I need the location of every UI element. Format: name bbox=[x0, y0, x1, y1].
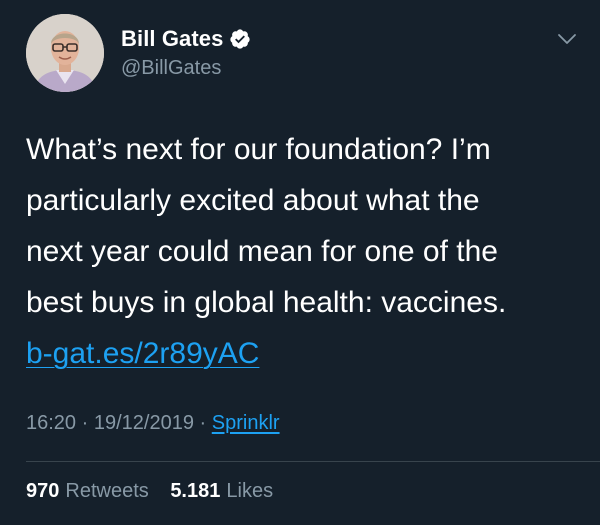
tweet-header: Bill Gates @BillGates bbox=[26, 14, 586, 94]
author-info: Bill Gates @BillGates bbox=[121, 24, 251, 80]
retweets-stat[interactable]: 970 Retweets bbox=[26, 480, 149, 503]
retweets-label: Retweets bbox=[65, 480, 149, 502]
divider bbox=[26, 461, 600, 462]
verified-badge-icon bbox=[229, 28, 251, 50]
tweet-date[interactable]: 19/12/2019 bbox=[94, 412, 194, 434]
tweet-meta: 16:20 · 19/12/2019 · Sprinklr bbox=[26, 412, 280, 435]
tweet-stats: 970 Retweets 5.181 Likes bbox=[26, 480, 273, 503]
tweet-time[interactable]: 16:20 bbox=[26, 412, 76, 434]
display-name[interactable]: Bill Gates bbox=[121, 26, 223, 52]
name-row: Bill Gates bbox=[121, 24, 251, 54]
likes-stat[interactable]: 5.181 Likes bbox=[170, 480, 273, 503]
tweet-text-line: best buys in global health: vaccines. bbox=[26, 286, 507, 319]
avatar[interactable] bbox=[26, 14, 104, 92]
avatar-image bbox=[26, 14, 104, 92]
handle[interactable]: @BillGates bbox=[121, 57, 251, 80]
tweet-source-link[interactable]: Sprinklr bbox=[212, 412, 280, 434]
meta-separator: · bbox=[199, 412, 207, 434]
likes-label: Likes bbox=[226, 480, 274, 502]
tweet-card: Bill Gates @BillGates What’s next for ou… bbox=[0, 0, 600, 525]
tweet-text: What’s next for our foundation? I’m part… bbox=[26, 124, 586, 379]
tweet-text-line: particularly excited about what the bbox=[26, 184, 480, 217]
retweets-count: 970 bbox=[26, 480, 60, 502]
tweet-text-line: What’s next for our foundation? I’m bbox=[26, 133, 491, 166]
tweet-text-line: next year could mean for one of the bbox=[26, 235, 498, 268]
likes-count: 5.181 bbox=[170, 480, 221, 502]
tweet-link[interactable]: b-gat.es/2r89yAC bbox=[26, 337, 259, 370]
meta-separator: · bbox=[81, 412, 89, 434]
chevron-down-icon[interactable] bbox=[556, 28, 578, 50]
